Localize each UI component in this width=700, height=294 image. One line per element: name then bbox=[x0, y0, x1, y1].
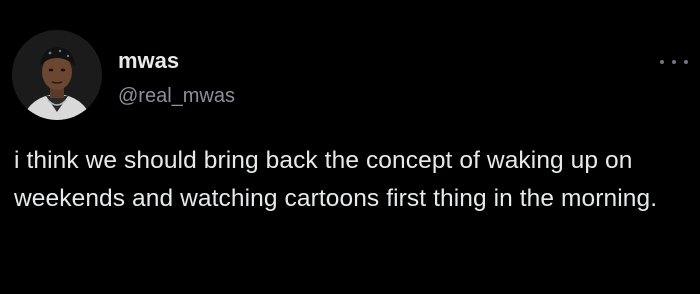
user-handle[interactable]: @real_mwas bbox=[118, 83, 235, 109]
more-dot bbox=[660, 60, 664, 64]
tweet-text: i think we should bring back the concept… bbox=[14, 147, 658, 212]
tweet-card: mwas @real_mwas i think we should bring … bbox=[0, 0, 700, 294]
avatar-image bbox=[12, 30, 102, 120]
more-options-icon[interactable] bbox=[660, 54, 688, 70]
profile-photo-icon[interactable] bbox=[12, 30, 102, 120]
display-name[interactable]: mwas bbox=[118, 47, 179, 75]
more-dot bbox=[684, 60, 688, 64]
more-dot bbox=[672, 60, 676, 64]
